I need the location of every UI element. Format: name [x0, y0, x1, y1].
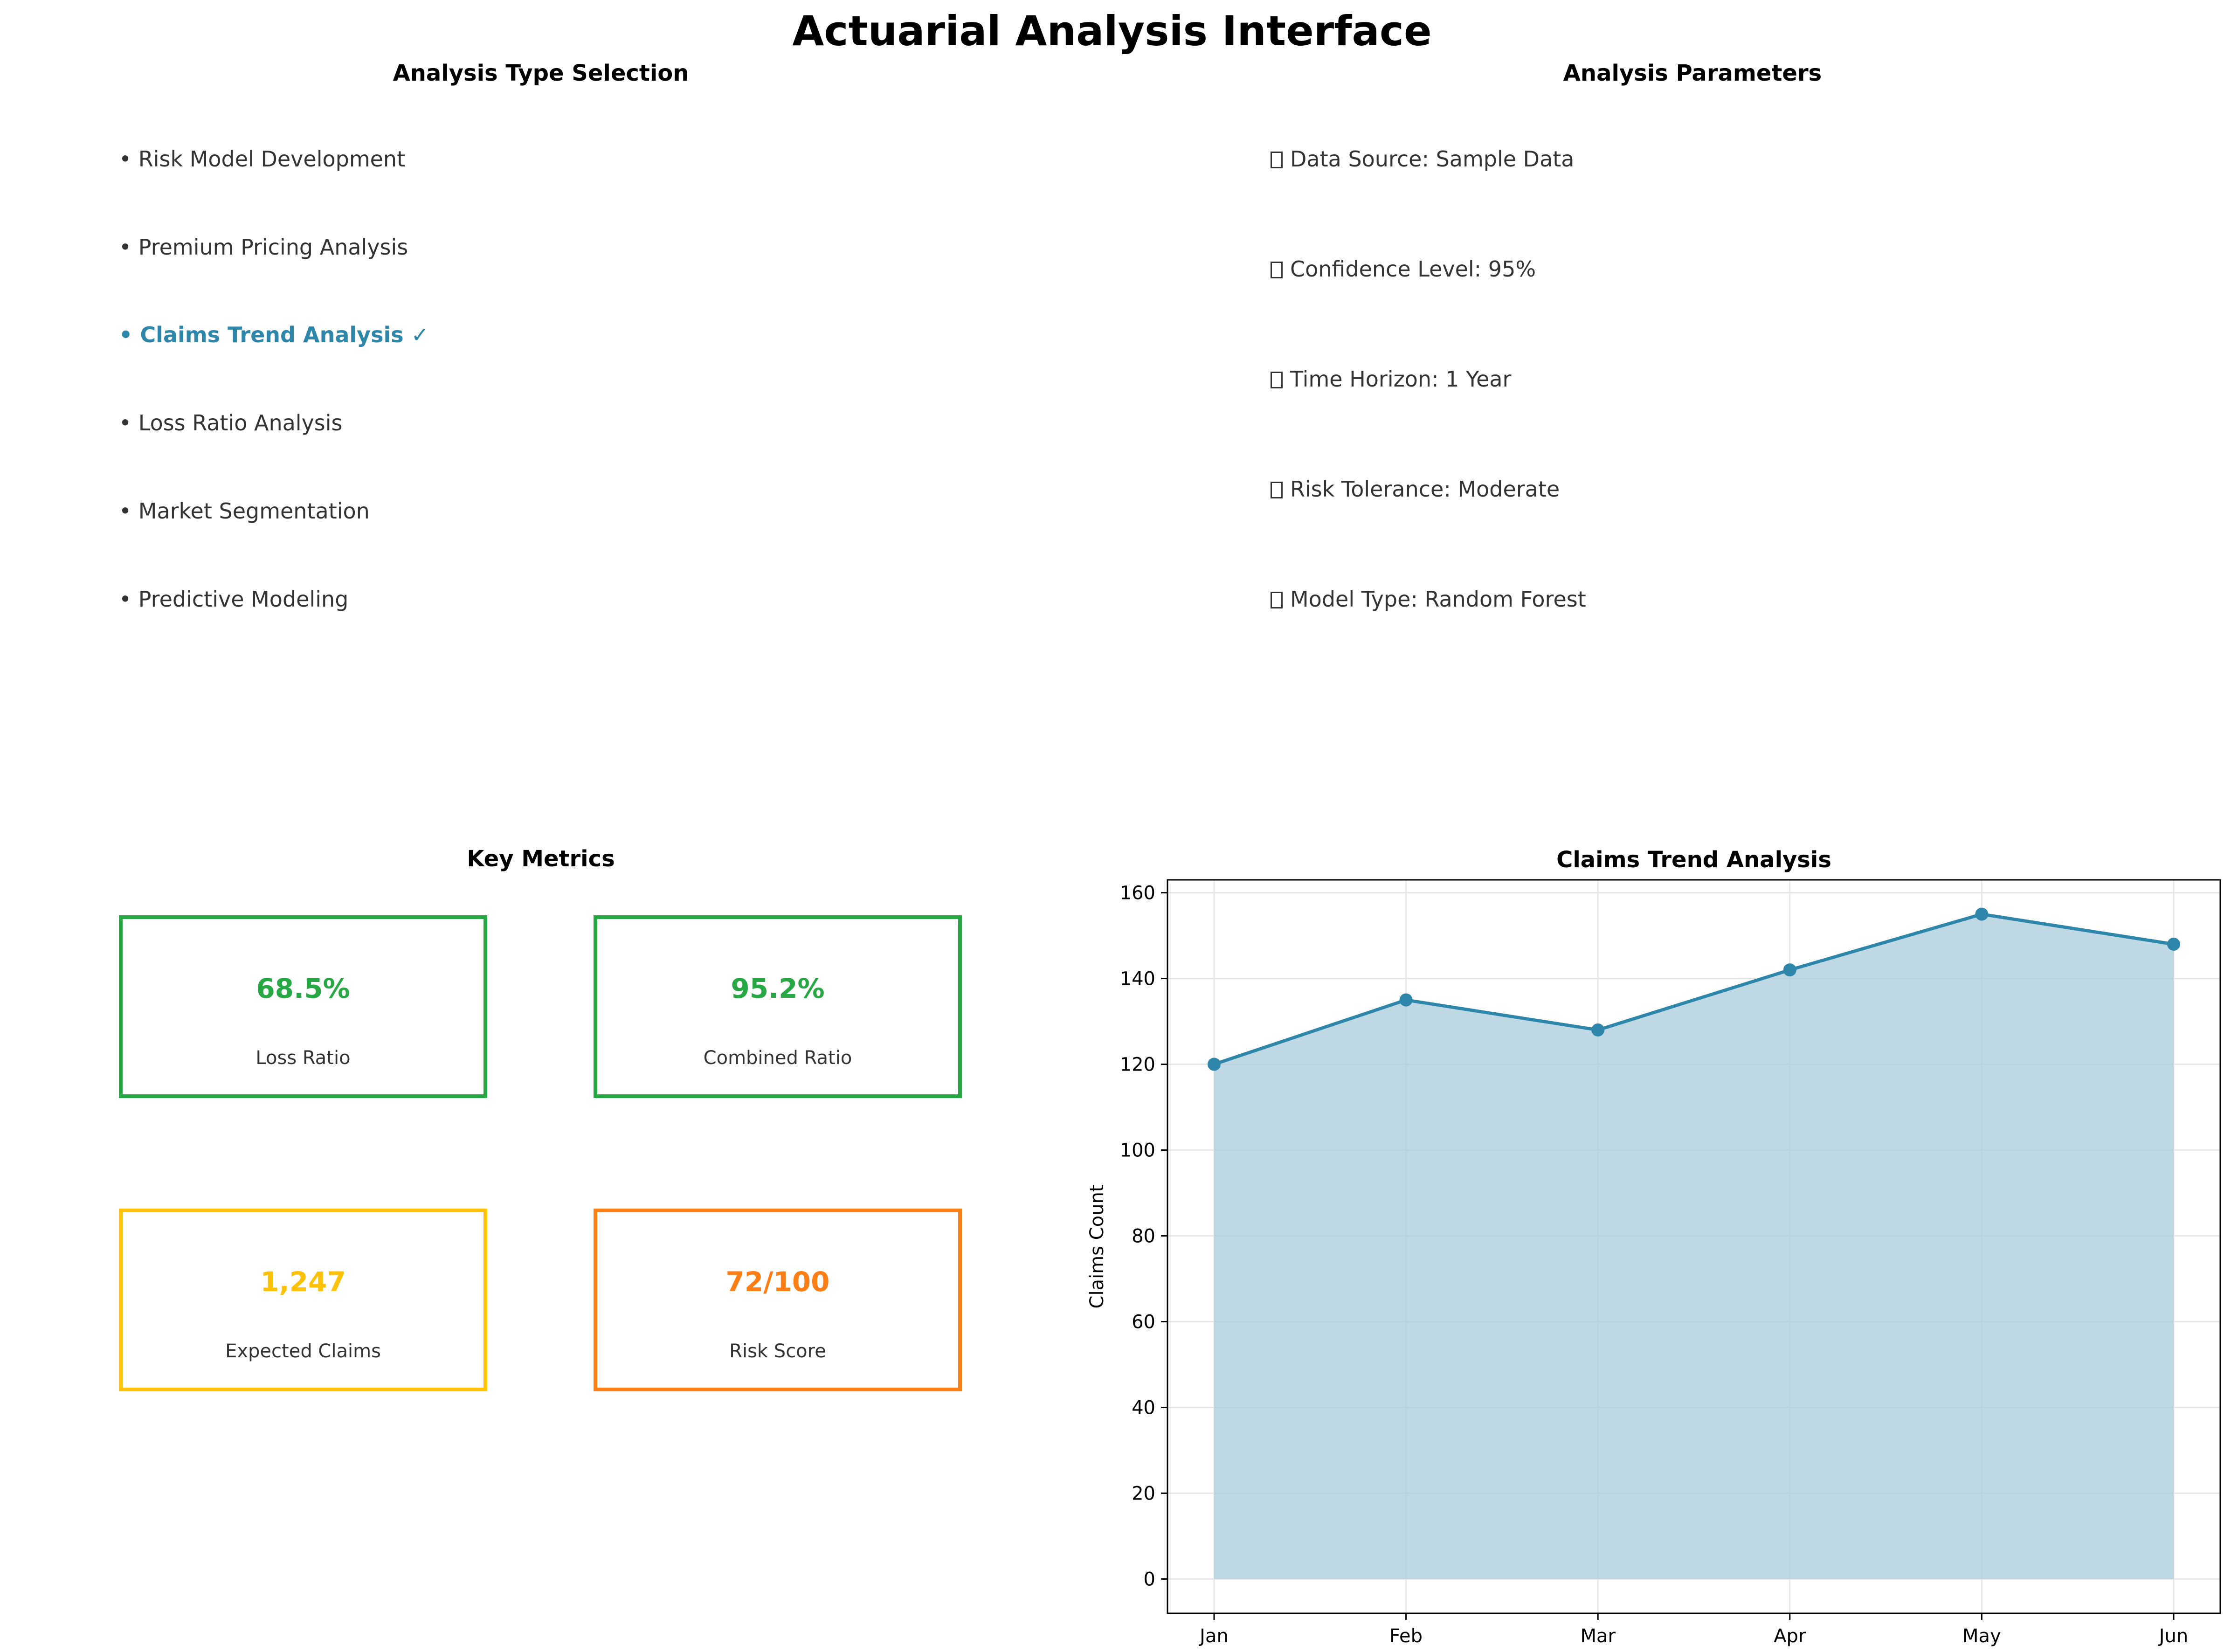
x-tick-label: Apr — [1774, 1625, 1806, 1647]
y-tick-label: 140 — [1120, 968, 1155, 990]
claims-trend-chart: Claims Trend Analysis 0 20 40 60 80 100 120 140 1… — [1086, 847, 2221, 1647]
y-tick-label: 80 — [1132, 1226, 1155, 1247]
data-point — [1975, 907, 1989, 921]
y-tick-label: 100 — [1120, 1140, 1155, 1161]
y-tick-label: 160 — [1120, 883, 1155, 904]
y-tick-label: 120 — [1120, 1054, 1155, 1076]
y-tick-label: 20 — [1132, 1483, 1155, 1504]
x-tick-label: Jun — [2158, 1625, 2189, 1647]
data-point — [1591, 1023, 1605, 1037]
data-point — [1399, 993, 1413, 1007]
y-tick-label: 0 — [1144, 1569, 1155, 1590]
y-tick-label: 40 — [1132, 1397, 1155, 1418]
data-point — [2167, 937, 2180, 951]
data-point — [1783, 963, 1796, 977]
data-point — [1208, 1058, 1221, 1071]
x-tick-label: Feb — [1389, 1625, 1423, 1647]
x-tick-label: Jan — [1198, 1625, 1229, 1647]
y-tick-label: 60 — [1132, 1311, 1155, 1333]
area-fill — [1214, 914, 2174, 1579]
x-tick-label: Mar — [1580, 1625, 1616, 1647]
y-axis-label: Claims Count — [1086, 1185, 1108, 1309]
chart-title: Claims Trend Analysis — [1556, 847, 1831, 873]
x-tick-label: May — [1962, 1625, 2001, 1647]
